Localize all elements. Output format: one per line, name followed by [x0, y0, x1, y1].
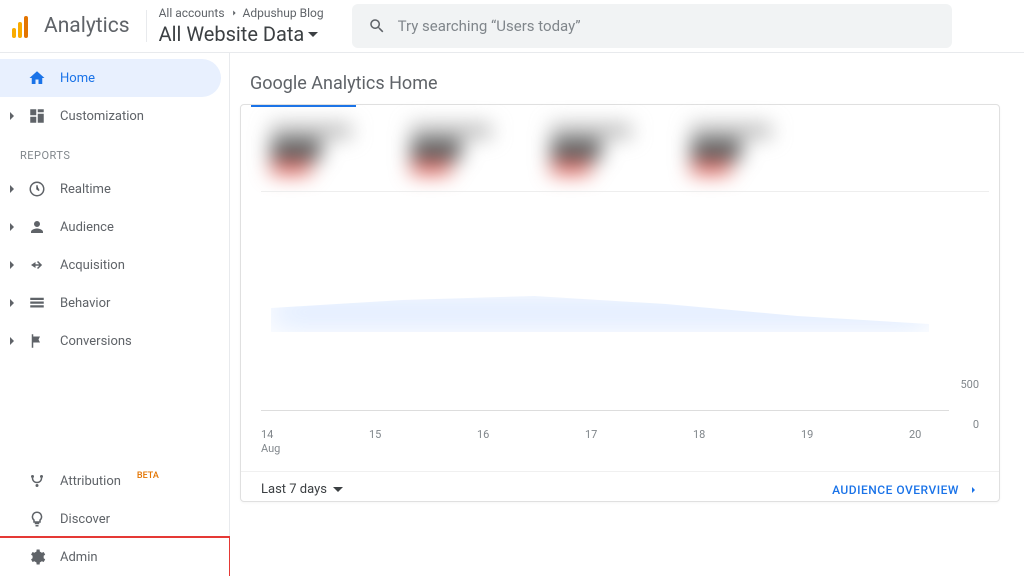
caret-right-icon — [10, 299, 14, 307]
x-tick: 17 — [585, 428, 615, 441]
y-tick-0: 0 — [973, 418, 979, 431]
caret-right-icon — [10, 112, 14, 120]
dropdown-caret-icon — [333, 487, 343, 492]
nav-discover-label: Discover — [60, 512, 110, 527]
chart-line-blurred — [271, 292, 929, 332]
date-range-label: Last 7 days — [261, 482, 327, 497]
clock-icon — [28, 180, 46, 198]
nav-admin-label: Admin — [60, 550, 98, 565]
chevron-right-icon — [967, 484, 979, 496]
nav-acquisition-label: Acquisition — [60, 258, 125, 273]
person-icon — [28, 218, 46, 236]
x-tick: 15 — [369, 428, 399, 441]
x-tick: 19 — [801, 428, 831, 441]
nav-admin[interactable]: Admin — [0, 538, 229, 576]
overview-link-label: AUDIENCE OVERVIEW — [832, 483, 959, 497]
audience-overview-link[interactable]: AUDIENCE OVERVIEW — [832, 483, 979, 497]
breadcrumb-accounts: All accounts — [159, 6, 225, 20]
main-content: Google Analytics Home 500 0 14 15 16 17 — [230, 53, 1024, 576]
nav-home-label: Home — [60, 71, 95, 86]
app-name: Analytics — [44, 14, 130, 38]
nav-customization-label: Customization — [60, 109, 144, 124]
caret-right-icon — [10, 261, 14, 269]
nav-audience-label: Audience — [60, 220, 114, 235]
beta-badge: BETA — [137, 471, 159, 481]
analytics-logo-icon — [12, 14, 36, 38]
dropdown-caret-icon — [308, 32, 318, 37]
nav-behavior-label: Behavior — [60, 296, 110, 311]
lightbulb-icon — [28, 510, 46, 528]
chevron-right-icon — [229, 8, 239, 18]
reports-section-label: REPORTS — [0, 135, 229, 170]
dataset-name: All Website Data — [159, 22, 305, 46]
card-footer: Last 7 days AUDIENCE OVERVIEW — [241, 471, 999, 501]
nav-realtime[interactable]: Realtime — [0, 170, 229, 208]
x-tick: 16 — [477, 428, 507, 441]
y-tick-500: 500 — [960, 378, 979, 391]
nav-behavior[interactable]: Behavior — [0, 284, 229, 322]
search-icon — [368, 17, 386, 35]
overview-card: 500 0 14 15 16 17 18 19 20 Aug Last 7 da… — [240, 104, 1000, 502]
nav-home[interactable]: Home — [0, 59, 221, 97]
nav-conversions-label: Conversions — [60, 334, 132, 349]
account-selector[interactable]: All accounts Adpushup Blog All Website D… — [159, 6, 324, 46]
flag-icon — [28, 332, 46, 350]
header: Analytics All accounts Adpushup Blog All… — [0, 0, 1024, 53]
stats-row-blurred — [241, 107, 999, 191]
sidebar: Home Customization REPORTS Realtime Audi… — [0, 53, 230, 576]
page-title: Google Analytics Home — [230, 73, 1024, 94]
caret-right-icon — [10, 223, 14, 231]
nav-audience[interactable]: Audience — [0, 208, 229, 246]
breadcrumb: All accounts Adpushup Blog — [159, 6, 324, 20]
logo-area[interactable]: Analytics — [12, 10, 147, 42]
search-box[interactable]: Try searching “Users today” — [352, 4, 952, 48]
trend-chart: 500 0 14 15 16 17 18 19 20 Aug — [261, 191, 989, 471]
dashboard-icon — [28, 107, 46, 125]
home-icon — [28, 69, 46, 87]
caret-right-icon — [10, 185, 14, 193]
caret-right-icon — [10, 337, 14, 345]
share-icon — [28, 256, 46, 274]
x-tick: 14 — [261, 428, 291, 441]
nav-customization[interactable]: Customization — [0, 97, 229, 135]
nav-discover[interactable]: Discover — [0, 500, 229, 538]
x-axis-labels: 14 15 16 17 18 19 20 — [261, 428, 939, 441]
date-range-selector[interactable]: Last 7 days — [261, 482, 343, 497]
attribution-icon — [28, 472, 46, 490]
nav-attribution[interactable]: Attribution BETA — [0, 462, 229, 500]
nav-conversions[interactable]: Conversions — [0, 322, 229, 360]
x-tick: 20 — [909, 428, 939, 441]
breadcrumb-property: Adpushup Blog — [243, 6, 324, 20]
x-tick: 18 — [693, 428, 723, 441]
gear-icon — [28, 548, 46, 566]
nav-acquisition[interactable]: Acquisition — [0, 246, 229, 284]
nav-attribution-label: Attribution — [60, 474, 121, 489]
nav-realtime-label: Realtime — [60, 182, 111, 197]
chart-baseline — [261, 410, 949, 411]
search-placeholder: Try searching “Users today” — [398, 17, 581, 35]
list-icon — [28, 294, 46, 312]
x-sublabel: Aug — [261, 442, 280, 455]
